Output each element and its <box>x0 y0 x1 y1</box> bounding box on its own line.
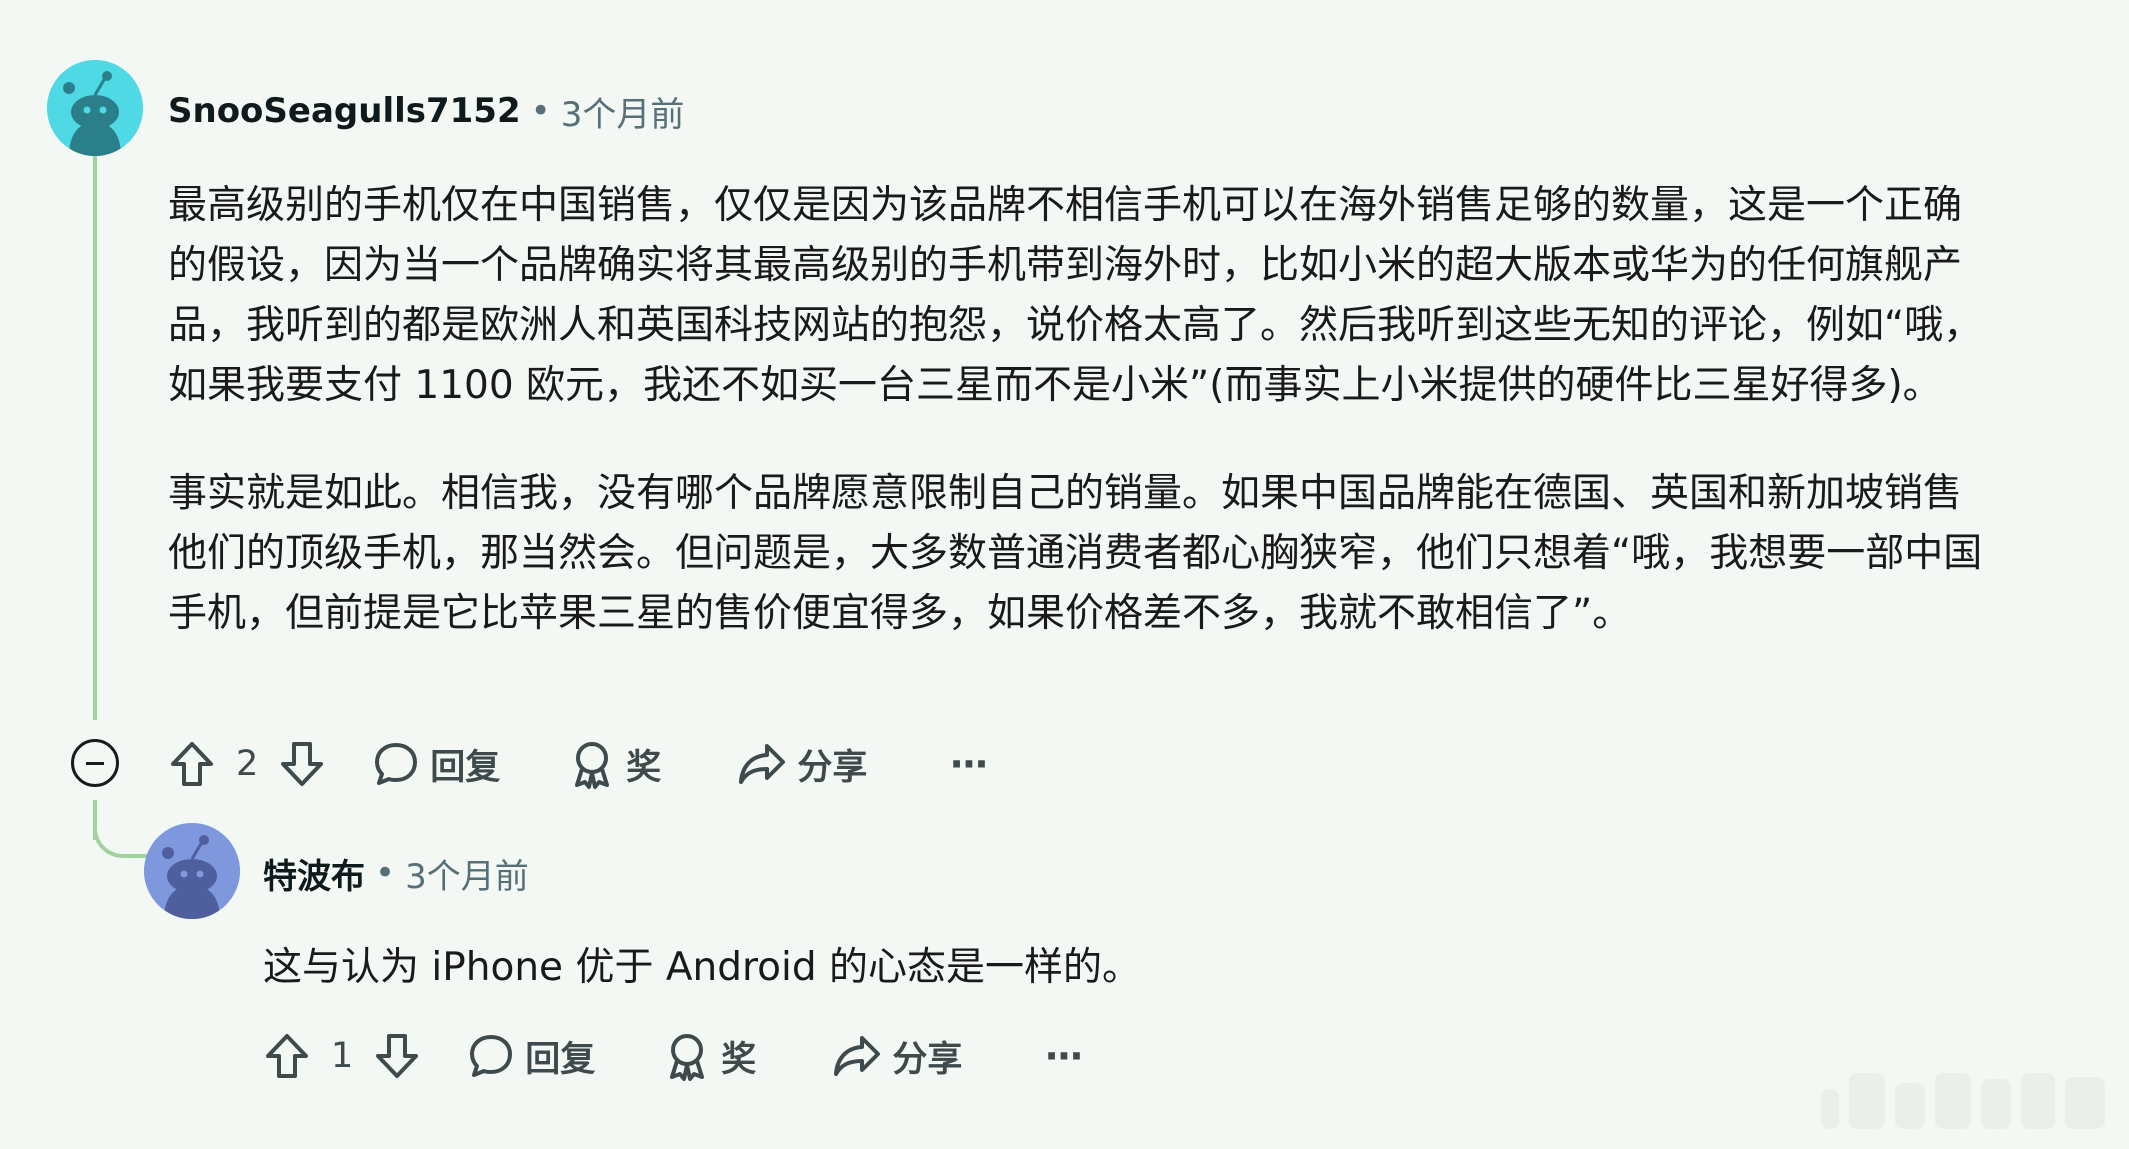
downvote-icon <box>376 1034 419 1078</box>
comment-meta: SnooSeagulls7152 • 3个月前 <box>168 87 685 136</box>
more-options-button[interactable]: ··· <box>949 742 988 786</box>
award-label: 奖 <box>721 1039 757 1080</box>
watermark <box>1821 1073 2105 1129</box>
collapse-thread-button[interactable] <box>71 739 119 787</box>
comment-actions: 1 回复 奖 分享 ··· <box>263 1028 1084 1084</box>
more-options-button[interactable]: ··· <box>1044 1034 1083 1078</box>
share-label: 分享 <box>797 747 868 788</box>
share-icon <box>739 744 786 784</box>
downvote-icon <box>281 742 324 786</box>
avatar[interactable] <box>47 60 143 156</box>
award-icon <box>670 1034 705 1081</box>
share-button[interactable]: 分享 <box>832 1031 962 1082</box>
vote-count: 1 <box>331 1036 354 1076</box>
timestamp[interactable]: 3个月前 <box>561 87 685 136</box>
downvote-button[interactable] <box>373 1031 421 1081</box>
award-label: 奖 <box>626 747 662 788</box>
username[interactable]: 特波布 <box>263 849 365 898</box>
comment-meta: 特波布 • 3个月前 <box>263 849 529 898</box>
more-icon: ··· <box>1044 1034 1083 1078</box>
reply-button[interactable]: 回复 <box>372 739 500 790</box>
avatar[interactable] <box>144 823 240 919</box>
comment-bubble-icon <box>470 1035 513 1077</box>
award-icon <box>575 742 610 789</box>
reply-label: 回复 <box>525 1039 596 1080</box>
thread-branch <box>93 800 153 858</box>
reply-label: 回复 <box>430 747 501 788</box>
upvote-icon <box>266 1034 308 1078</box>
upvote-button[interactable] <box>168 739 216 789</box>
timestamp[interactable]: 3个月前 <box>405 849 529 898</box>
comment-body: 这与认为 iPhone 优于 Android 的心态是一样的。 <box>263 938 1963 998</box>
share-label: 分享 <box>892 1039 963 1080</box>
vote-count: 2 <box>236 744 259 784</box>
comment-paragraph: 最高级别的手机仅在中国销售，仅仅是因为该品牌不相信手机可以在海外销售足够的数量，… <box>168 183 1983 408</box>
share-button[interactable]: 分享 <box>737 739 867 790</box>
comment-body: 最高级别的手机仅在中国销售，仅仅是因为该品牌不相信手机可以在海外销售足够的数量，… <box>168 176 1998 644</box>
upvote-button[interactable] <box>263 1031 311 1081</box>
award-button[interactable]: 奖 <box>663 1031 756 1082</box>
separator-dot: • <box>530 91 551 131</box>
share-icon <box>834 1036 881 1076</box>
separator-dot: • <box>375 853 396 893</box>
comment-paragraph: 事实就是如此。相信我，没有哪个品牌愿意限制自己的销量。如果中国品牌能在德国、英国… <box>168 471 1983 636</box>
more-icon: ··· <box>949 742 988 786</box>
comment-bubble-icon <box>375 743 418 785</box>
award-button[interactable]: 奖 <box>568 739 661 790</box>
reply-button[interactable]: 回复 <box>467 1031 595 1082</box>
thread-line <box>93 140 97 720</box>
upvote-icon <box>171 742 213 786</box>
comment-paragraph: 这与认为 iPhone 优于 Android 的心态是一样的。 <box>263 945 1142 990</box>
username[interactable]: SnooSeagulls7152 <box>168 91 521 131</box>
downvote-button[interactable] <box>278 739 326 789</box>
comment-actions: 2 回复 奖 分享 ··· <box>168 736 989 792</box>
